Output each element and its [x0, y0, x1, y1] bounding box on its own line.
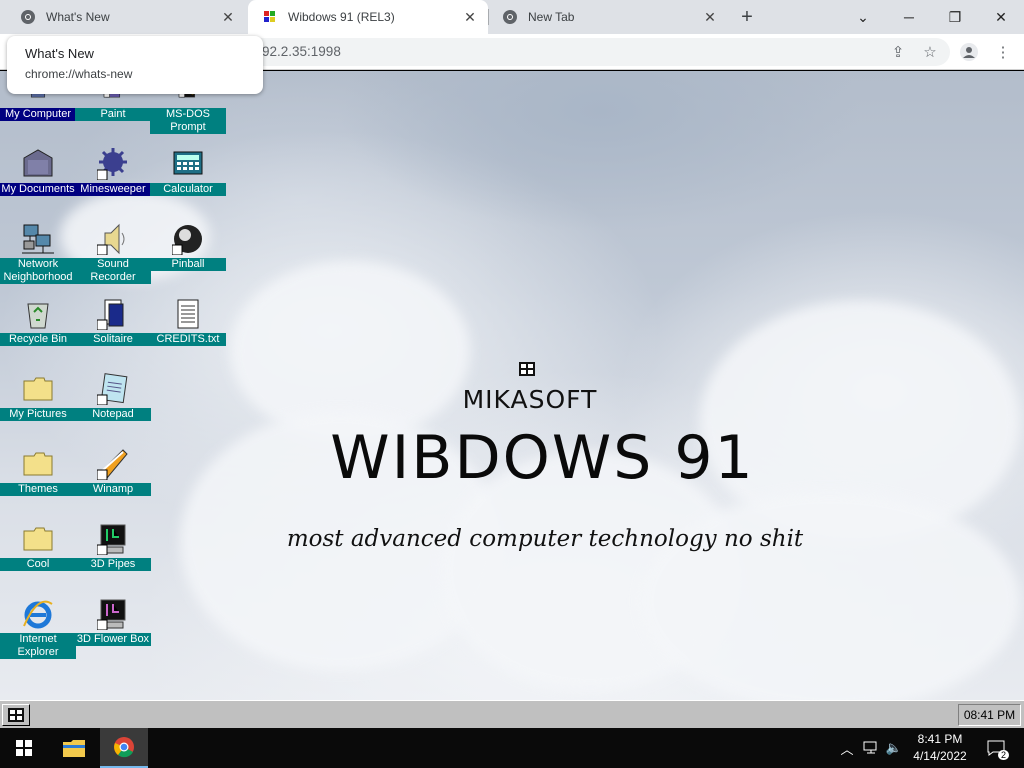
screensaver-icon: [97, 599, 126, 630]
desktop-icon-credits[interactable]: CREDITS.txt: [150, 298, 226, 368]
file-explorer-icon[interactable]: [50, 728, 98, 768]
screen: What's New ✕ Wibdows 91 (REL3) ✕ New Tab…: [0, 0, 1024, 768]
tray-chevron-icon[interactable]: ︿: [836, 728, 858, 768]
minimize-icon[interactable]: ─: [886, 0, 932, 34]
tab-title: What's New: [46, 10, 110, 24]
start-button[interactable]: [2, 704, 30, 726]
notification-icon[interactable]: 2: [984, 728, 1010, 768]
calculator-icon: [173, 151, 203, 175]
notification-count: 2: [998, 750, 1010, 760]
folder-documents-icon: [23, 149, 53, 177]
close-window-icon[interactable]: ✕: [978, 0, 1024, 34]
tab-hover-card: What's New chrome://whats-new: [7, 36, 263, 94]
desktop-icon-recycle-bin[interactable]: Recycle Bin: [0, 298, 76, 368]
wibdows-taskbar: 08:41 PM: [0, 700, 1024, 728]
splash-brand: MIKASOFT: [462, 385, 598, 414]
os-taskbar: ︿ 🔈 8:41 PM 4/14/2022 2: [0, 728, 1024, 768]
pinball-icon: [172, 225, 202, 255]
chrome-icon: [503, 10, 517, 24]
internet-explorer-icon: [23, 600, 53, 629]
tab-wibdows[interactable]: Wibdows 91 (REL3) ✕: [248, 0, 488, 34]
clock-time: 8:41 PM: [917, 732, 963, 746]
desktop-icon-my-documents[interactable]: My Documents: [0, 148, 76, 218]
share-icon[interactable]: ⇪: [887, 41, 909, 63]
desktop-icon-label: My Documents: [0, 183, 76, 196]
network-icon: [22, 224, 54, 254]
desktop-icon-label: Recycle Bin: [0, 333, 76, 346]
browser-tab-strip: What's New ✕ Wibdows 91 (REL3) ✕ New Tab…: [0, 0, 1024, 34]
windows-flag-icon: [8, 708, 24, 722]
menu-dots-icon[interactable]: ⋮: [992, 41, 1014, 63]
desktop-icon-label: Cool: [0, 558, 76, 571]
desktop-icon-label: Network Neighborhood: [0, 258, 76, 284]
taskbar-clock[interactable]: 08:41 PM: [958, 704, 1021, 726]
wibdows-desktop[interactable]: My Computer Paint MS-DOS Prompt My Docum…: [0, 71, 1024, 700]
tab-title: New Tab: [528, 10, 575, 24]
windows-flag-icon: [519, 362, 535, 376]
desktop-icon-calculator[interactable]: Calculator: [150, 148, 226, 218]
tab-new-tab[interactable]: New Tab ✕: [488, 0, 728, 34]
desktop-icon-pinball[interactable]: Pinball: [150, 223, 226, 293]
windows-flag-icon: [264, 11, 275, 22]
hover-card-url: chrome://whats-new: [25, 67, 133, 81]
desktop-icon-label: 3D Pipes: [75, 558, 151, 571]
tab-search-icon[interactable]: ⌄: [840, 0, 886, 34]
desktop-icon-label: Internet Explorer: [0, 633, 76, 659]
cards-icon: [97, 299, 124, 330]
desktop-icon-label: MS-DOS Prompt: [150, 108, 226, 134]
windows-start-icon[interactable]: [0, 728, 48, 768]
profile-icon[interactable]: [958, 41, 980, 63]
desktop-icon-internet-explorer[interactable]: Internet Explorer: [0, 598, 76, 668]
desktop-icon-solitaire[interactable]: Solitaire: [75, 298, 151, 368]
tab-title: Wibdows 91 (REL3): [288, 10, 395, 24]
system-clock[interactable]: 8:41 PM 4/14/2022: [900, 731, 980, 765]
desktop-icon-label: Sound Recorder: [75, 258, 151, 284]
desktop-icon-3d-flower-box[interactable]: 3D Flower Box: [75, 598, 151, 668]
cloud: [640, 491, 1020, 700]
bookmark-star-icon[interactable]: ☆: [919, 41, 941, 63]
desktop-icon-network[interactable]: Network Neighborhood: [0, 223, 76, 293]
clock-date: 4/14/2022: [913, 749, 967, 763]
tab-whats-new[interactable]: What's New ✕: [6, 0, 246, 34]
chrome-icon: [21, 10, 35, 24]
splash-tagline: most advanced computer technology no shi…: [286, 526, 804, 552]
recycle-bin-icon: [27, 303, 49, 329]
desktop-icon-label: Calculator: [150, 183, 226, 196]
network-tray-icon[interactable]: [860, 728, 882, 768]
text-file-icon: [177, 299, 199, 329]
close-icon[interactable]: ✕: [462, 9, 478, 25]
speaker-icon: [97, 223, 125, 255]
desktop-icon-label: Solitaire: [75, 333, 151, 346]
splash-product-name: WIBDOWS 91: [330, 423, 755, 493]
desktop-icon-sound-recorder[interactable]: Sound Recorder: [75, 223, 151, 293]
mine-icon: [97, 148, 127, 180]
desktop-icon-label: 3D Flower Box: [75, 633, 151, 646]
desktop-icon-label: CREDITS.txt: [150, 333, 226, 346]
close-icon[interactable]: ✕: [702, 9, 718, 25]
desktop-icon-label: My Computer: [0, 108, 76, 121]
close-icon[interactable]: ✕: [220, 9, 236, 25]
desktop-icon-label: Pinball: [150, 258, 226, 271]
desktop-icon-label: Paint: [75, 108, 151, 121]
hover-card-title: What's New: [25, 46, 94, 61]
new-tab-button[interactable]: +: [736, 7, 758, 29]
desktop-icon-label: Minesweeper: [75, 183, 151, 196]
desktop-icon-minesweeper[interactable]: Minesweeper: [75, 148, 151, 218]
maximize-icon[interactable]: ❐: [932, 0, 978, 34]
chrome-taskbar-icon[interactable]: [100, 728, 148, 768]
address-text[interactable]: 92.2.35:1998: [262, 44, 341, 59]
